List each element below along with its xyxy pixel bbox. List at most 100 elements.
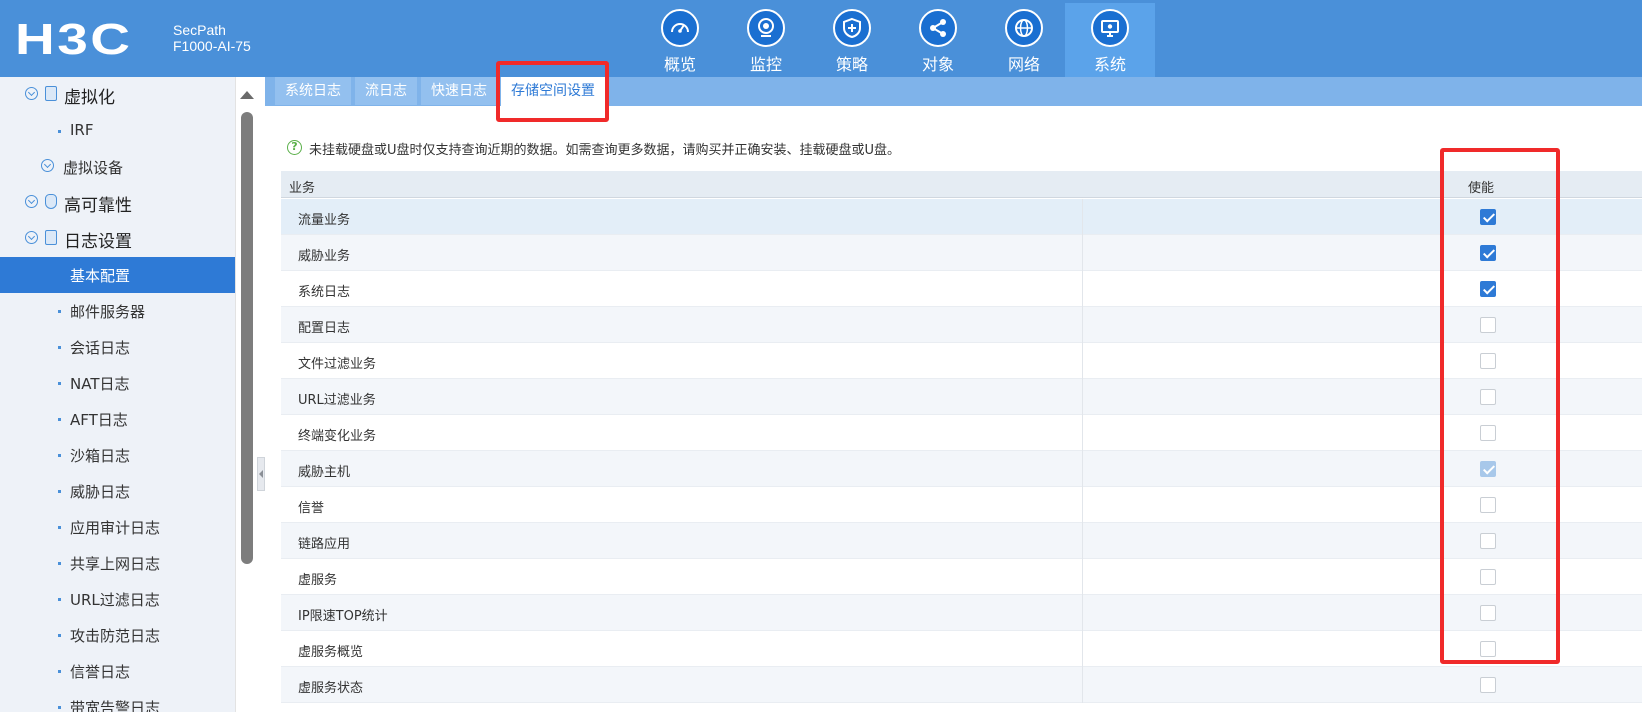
table-row[interactable]: 文件过滤业务 [281, 343, 1642, 379]
column-separator [1082, 451, 1083, 487]
bullet-icon [58, 598, 61, 601]
sidebar-item-label: 共享上网日志 [70, 555, 161, 573]
sidebar-nav: 虚拟化 IRF 虚拟设备 高可靠性 日志设置 基本配置 邮件服务器 会话日志 N… [0, 77, 235, 712]
column-separator [1082, 199, 1083, 235]
table-row[interactable]: 流量业务 [281, 199, 1642, 235]
service-name: 虚服务 [298, 573, 338, 588]
table-row[interactable]: 虚服务 [281, 559, 1642, 595]
table-row[interactable]: 虚服务概览 [281, 631, 1642, 667]
expand-toggle-icon[interactable] [25, 195, 38, 208]
table-row[interactable]: 威胁业务 [281, 235, 1642, 271]
sidebar-item-label: 虚拟设备 [63, 159, 124, 177]
table-row[interactable]: URL过滤业务 [281, 379, 1642, 415]
dashboard-icon [661, 9, 699, 47]
table-row[interactable]: 信誉 [281, 487, 1642, 523]
sidebar-item-irf[interactable]: IRF [0, 113, 235, 149]
table-row[interactable]: 链路应用 [281, 523, 1642, 559]
sidebar-item-label: 邮件服务器 [70, 303, 146, 321]
service-name: 流量业务 [298, 213, 351, 228]
bullet-icon [58, 418, 61, 421]
column-separator [1082, 307, 1083, 343]
nav-system[interactable]: 系统 [1065, 3, 1155, 77]
bullet-icon [58, 346, 61, 349]
service-name: 配置日志 [298, 321, 351, 336]
tab-fast-log[interactable]: 快速日志 [421, 77, 497, 105]
sidebar-item-virtual-device[interactable]: 虚拟设备 [0, 149, 235, 185]
sidebar-item-label: NAT日志 [70, 375, 130, 393]
column-header-service: 业务 [289, 181, 316, 196]
expand-toggle-icon[interactable] [41, 159, 54, 172]
table-row[interactable]: 系统日志 [281, 271, 1642, 307]
column-separator [1082, 631, 1083, 667]
service-name: IP限速TOP统计 [298, 609, 388, 624]
camera-icon [747, 9, 785, 47]
sidebar-item-label: AFT日志 [70, 411, 128, 429]
tab-flow-log[interactable]: 流日志 [355, 77, 417, 105]
sidebar-item-url-filter-log[interactable]: URL过滤日志 [0, 581, 235, 617]
enable-checkbox[interactable] [1480, 677, 1496, 693]
sidebar-item-threat-log[interactable]: 威胁日志 [0, 473, 235, 509]
top-header: H3C SecPath F1000-AI-75 概览 监控 策略 对象 网络 系… [0, 0, 1642, 77]
sidebar-item-nat-log[interactable]: NAT日志 [0, 365, 235, 401]
scrollbar-thumb[interactable] [241, 112, 253, 564]
sidebar-item-label: IRF [70, 121, 94, 139]
highlight-box-tab [496, 61, 609, 122]
table-row[interactable]: IP限速TOP统计 [281, 595, 1642, 631]
column-separator [1082, 487, 1083, 523]
globe-icon [1005, 9, 1043, 47]
bullet-icon [58, 310, 61, 313]
sidebar-item-basic-config[interactable]: 基本配置 [0, 257, 235, 293]
nav-overview[interactable]: 概览 [635, 3, 725, 77]
table-row[interactable]: 配置日志 [281, 307, 1642, 343]
sidebar-group-log-settings[interactable]: 日志设置 [0, 221, 235, 257]
sidebar-group-high-availability[interactable]: 高可靠性 [0, 185, 235, 221]
expand-toggle-icon[interactable] [25, 231, 38, 244]
sidebar-item-bandwidth-alarm-log[interactable]: 带宽告警日志 [0, 689, 235, 712]
sidebar-item-sandbox-log[interactable]: 沙箱日志 [0, 437, 235, 473]
sidebar-item-label: URL过滤日志 [70, 591, 160, 609]
sidebar-item-aft-log[interactable]: AFT日志 [0, 401, 235, 437]
column-separator [1082, 523, 1083, 559]
sidebar-group-label: 虚拟化 [64, 88, 115, 108]
product-line: SecPath [173, 22, 226, 38]
sidebar-item-label: 应用审计日志 [70, 519, 161, 537]
service-name: 信誉 [298, 501, 325, 516]
nav-network[interactable]: 网络 [979, 3, 1069, 77]
sidebar-item-app-audit-log[interactable]: 应用审计日志 [0, 509, 235, 545]
service-name: 链路应用 [298, 537, 351, 552]
h3c-logo: H3C [15, 15, 133, 64]
nav-policy-label: 策略 [835, 55, 868, 74]
expand-toggle-icon[interactable] [25, 87, 38, 100]
table-row[interactable]: 威胁主机 [281, 451, 1642, 487]
scroll-up-arrow-icon[interactable] [240, 91, 254, 99]
nav-overview-label: 概览 [663, 55, 696, 74]
service-name: 威胁主机 [298, 465, 351, 480]
nav-system-label: 系统 [1093, 55, 1126, 74]
shield-icon [45, 194, 57, 209]
service-name: 文件过滤业务 [298, 357, 377, 372]
tab-bar: 系统日志 流日志 快速日志 存储空间设置 [265, 77, 1642, 108]
table-row[interactable]: 终端变化业务 [281, 415, 1642, 451]
sidebar-item-attack-defense-log[interactable]: 攻击防范日志 [0, 617, 235, 653]
column-separator [1082, 415, 1083, 451]
table-row[interactable]: 虚服务状态 [281, 667, 1642, 703]
sidebar-group-virtualization[interactable]: 虚拟化 [0, 77, 235, 113]
notice-text: 未挂载硬盘或U盘时仅支持查询近期的数据。如需查询更多数据，请购买并正确安装、挂载… [309, 143, 901, 158]
nav-policy[interactable]: 策略 [807, 3, 897, 77]
help-icon: ? [287, 140, 302, 155]
sidebar-item-label: 信誉日志 [70, 663, 131, 681]
sidebar-item-mail-server[interactable]: 邮件服务器 [0, 293, 235, 329]
sidebar-item-session-log[interactable]: 会话日志 [0, 329, 235, 365]
sidebar-item-label: 会话日志 [70, 339, 131, 357]
nav-monitor[interactable]: 监控 [721, 3, 811, 77]
service-name: 终端变化业务 [298, 429, 377, 444]
tab-system-log[interactable]: 系统日志 [275, 77, 351, 105]
monitor-gear-icon [1091, 9, 1129, 47]
sidebar-group-label: 日志设置 [64, 232, 132, 252]
column-separator [1082, 235, 1083, 271]
nav-object[interactable]: 对象 [893, 3, 983, 77]
sidebar-collapse-handle[interactable] [257, 457, 265, 491]
service-name: 威胁业务 [298, 249, 351, 264]
sidebar-item-reputation-log[interactable]: 信誉日志 [0, 653, 235, 689]
sidebar-item-shared-access-log[interactable]: 共享上网日志 [0, 545, 235, 581]
